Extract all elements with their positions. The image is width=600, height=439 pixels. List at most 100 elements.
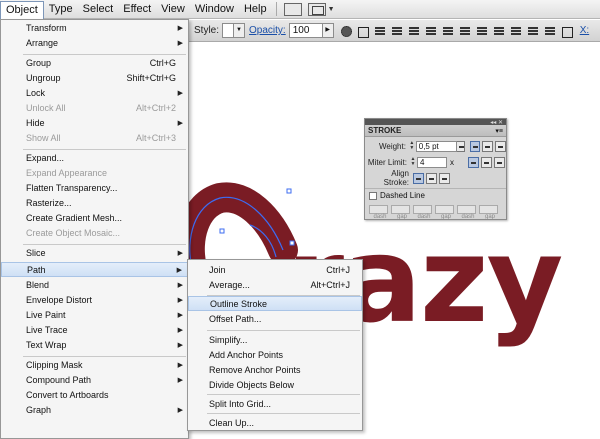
menu-item-add-anchor-points[interactable]: Add Anchor Points: [188, 347, 362, 362]
menu-item-live-trace[interactable]: Live Trace ▶: [1, 322, 188, 337]
panel-menu-icon[interactable]: ▾≡: [495, 127, 503, 135]
stroke-panel-tab[interactable]: STROKE ▾≡: [365, 125, 506, 137]
menu-item-join[interactable]: Join Ctrl+J: [188, 262, 362, 277]
menu-separator: [207, 330, 360, 331]
align-bottom-icon[interactable]: [459, 25, 472, 37]
menu-item-arrange[interactable]: Arrange ▶: [1, 35, 188, 50]
menu-item-transform[interactable]: Transform ▶: [1, 20, 188, 35]
style-dropdown-icon[interactable]: ▼: [234, 23, 246, 38]
distribute-left-icon[interactable]: [527, 25, 540, 37]
menu-item-label: Live Paint: [26, 309, 66, 320]
miter-row: Miter Limit: ▲ ▼ 4 x: [365, 155, 506, 169]
menu-window[interactable]: Window: [190, 1, 239, 18]
menu-item-ungroup[interactable]: Ungroup Shift+Ctrl+G: [1, 70, 188, 85]
dash-input[interactable]: [369, 205, 388, 214]
bevel-join-button[interactable]: [494, 156, 505, 168]
distribute-center-icon[interactable]: [544, 25, 557, 37]
menu-item-offset-path[interactable]: Offset Path...: [188, 311, 362, 326]
stroke-panel-title: STROKE: [368, 126, 402, 135]
miter-unit: x: [450, 157, 454, 167]
opacity-dropdown-icon[interactable]: ▶: [322, 23, 334, 38]
menu-item-average[interactable]: Average... Alt+Ctrl+J: [188, 277, 362, 292]
align-top-icon[interactable]: [425, 25, 438, 37]
menu-item-label: Transform: [26, 22, 67, 33]
distribute-top-icon[interactable]: [476, 25, 489, 37]
opacity-link[interactable]: Opacity:: [249, 25, 286, 36]
miter-join-button[interactable]: [468, 156, 479, 168]
miter-limit-input[interactable]: 4: [417, 156, 447, 168]
menu-item-create-gradient-mesh[interactable]: Create Gradient Mesh...: [1, 210, 188, 225]
align-right-icon[interactable]: [408, 25, 421, 37]
miter-stepper[interactable]: ▲ ▼: [409, 156, 417, 168]
chevron-right-icon: ▶: [177, 39, 183, 47]
object-menu: Transform ▶ Arrange ▶ Group Ctrl+G Ungroup S…: [0, 19, 189, 439]
menu-item-blend[interactable]: Blend ▶: [1, 277, 188, 292]
menu-item-rasterize[interactable]: Rasterize...: [1, 195, 188, 210]
align-to-selection-icon[interactable]: [357, 25, 370, 38]
align-left-icon[interactable]: [374, 25, 387, 37]
menu-item-compound-path[interactable]: Compound Path ▶: [1, 372, 188, 387]
menu-item-clipping-mask[interactable]: Clipping Mask ▶: [1, 357, 188, 372]
gap-input[interactable]: [479, 205, 498, 214]
round-cap-button[interactable]: [482, 140, 494, 152]
menu-item-label: Show All: [26, 132, 61, 143]
anchor-point[interactable]: [219, 228, 225, 234]
weight-input[interactable]: 0,5 pt: [415, 140, 457, 152]
round-join-button[interactable]: [481, 156, 492, 168]
weight-dropdown-icon[interactable]: [456, 140, 465, 152]
arrange-documents-icon[interactable]: [307, 2, 326, 16]
distribute-middle-icon[interactable]: [493, 25, 506, 37]
weight-stepper[interactable]: ▲ ▼: [408, 140, 416, 152]
recolor-artwork-icon[interactable]: [340, 25, 353, 37]
menu-item-outline-stroke[interactable]: Outline Stroke: [188, 296, 362, 311]
menu-item-group[interactable]: Group Ctrl+G: [1, 55, 188, 70]
menu-item-slice[interactable]: Slice ▶: [1, 245, 188, 260]
menu-item-clean-up[interactable]: Clean Up...: [188, 415, 362, 430]
menu-item-label: Simplify...: [209, 334, 248, 345]
menu-item-graph[interactable]: Graph ▶: [1, 402, 188, 417]
dashed-line-checkbox[interactable]: [369, 191, 377, 200]
menu-object[interactable]: Object: [0, 0, 44, 20]
align-middle-icon[interactable]: [442, 25, 455, 37]
align-stroke-inside-button[interactable]: [426, 172, 437, 184]
menu-view[interactable]: View: [156, 1, 190, 18]
menu-item-live-paint[interactable]: Live Paint ▶: [1, 307, 188, 322]
menu-item-text-wrap[interactable]: Text Wrap ▶: [1, 337, 188, 352]
style-swatch[interactable]: [222, 23, 235, 38]
projecting-cap-button[interactable]: [495, 140, 507, 152]
align-center-icon[interactable]: [391, 25, 404, 37]
menu-item-flatten-transparency[interactable]: Flatten Transparency...: [1, 180, 188, 195]
gap-label: gap: [396, 214, 407, 220]
opacity-input[interactable]: 100: [288, 23, 323, 38]
menu-item-remove-anchor-points[interactable]: Remove Anchor Points: [188, 362, 362, 377]
menu-item-convert-to-artboards[interactable]: Convert to Artboards: [1, 387, 188, 402]
gap-input[interactable]: [435, 205, 454, 214]
align-stroke-center-button[interactable]: [413, 172, 424, 184]
menu-item-path[interactable]: Path ▶: [1, 262, 188, 277]
x-coordinate-link[interactable]: X:: [580, 25, 589, 36]
bridge-icon[interactable]: [283, 2, 302, 16]
menu-item-label: Clean Up...: [209, 417, 255, 428]
menu-select[interactable]: Select: [78, 1, 119, 18]
gap-input[interactable]: [391, 205, 410, 214]
menu-item-hide[interactable]: Hide ▶: [1, 115, 188, 130]
menu-item-expand[interactable]: Expand...: [1, 150, 188, 165]
dash-input[interactable]: [413, 205, 432, 214]
align-stroke-outside-button[interactable]: [439, 172, 450, 184]
distribute-bottom-icon[interactable]: [510, 25, 523, 37]
menu-item-label: Group: [26, 57, 52, 68]
chevron-down-icon[interactable]: ▼: [328, 6, 335, 13]
menu-item-label: Flatten Transparency...: [26, 182, 118, 193]
menu-item-envelope-distort[interactable]: Envelope Distort ▶: [1, 292, 188, 307]
menu-item-lock[interactable]: Lock ▶: [1, 85, 188, 100]
dash-input[interactable]: [457, 205, 476, 214]
transform-icon[interactable]: [561, 25, 574, 38]
menu-effect[interactable]: Effect: [118, 1, 156, 18]
menu-item-simplify[interactable]: Simplify...: [188, 332, 362, 347]
menu-item-divide-objects-below[interactable]: Divide Objects Below: [188, 377, 362, 392]
menu-item-split-into-grid[interactable]: Split Into Grid...: [188, 396, 362, 411]
anchor-point[interactable]: [286, 188, 292, 194]
menu-type[interactable]: Type: [44, 1, 78, 18]
menu-help[interactable]: Help: [239, 1, 272, 18]
butt-cap-button[interactable]: [469, 140, 481, 152]
